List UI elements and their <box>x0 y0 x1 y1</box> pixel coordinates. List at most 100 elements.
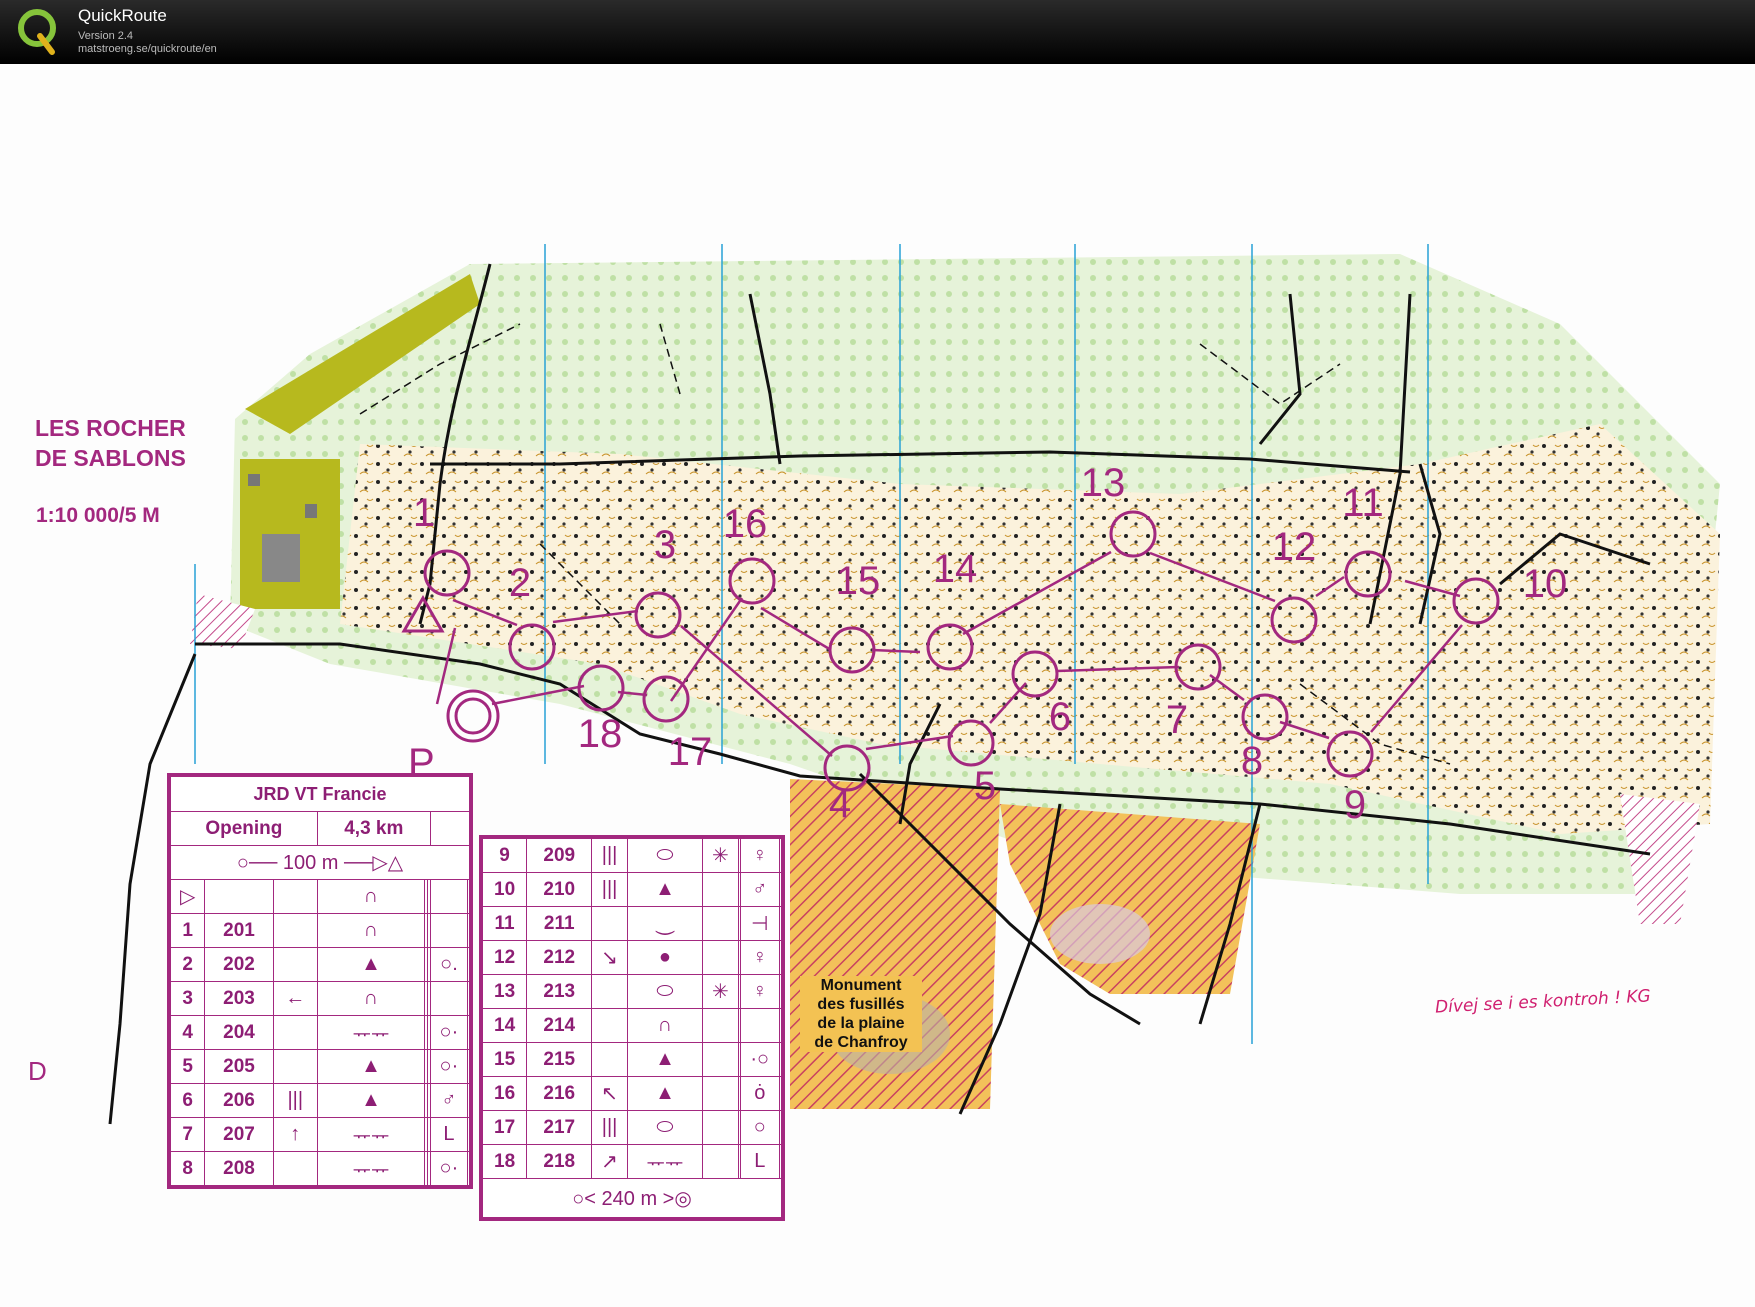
which-feature <box>272 913 318 948</box>
feature-symbol: ∩ <box>316 981 426 1016</box>
control-label-16: 16 <box>723 502 768 546</box>
map-title-line-2: DE SABLONS <box>35 445 186 471</box>
feature-symbol: ∩ <box>316 913 426 948</box>
other-info <box>778 1042 783 1077</box>
description-row: 13 213 ⬭ ✳ ♀ <box>481 974 783 1009</box>
control-number: 16 <box>481 1076 528 1111</box>
description-row: 10 210 ||| ▲ ♂ <box>481 872 783 907</box>
control-label-5: 5 <box>974 764 996 808</box>
control-number: 4 <box>169 1015 206 1050</box>
feature-detail <box>702 872 739 907</box>
feature-symbol: ⬭ <box>626 1110 704 1145</box>
location-symbol: ♀ <box>739 974 780 1009</box>
which-feature: ↗ <box>591 1144 628 1179</box>
description-row: 3 203 ← ∩ <box>169 981 471 1016</box>
control-label-2: 2 <box>509 561 531 605</box>
control-code: 205 <box>204 1049 274 1084</box>
control-label-13: 13 <box>1081 461 1126 505</box>
control-label-1: 1 <box>413 491 435 535</box>
location-symbol: ○· <box>429 1151 468 1186</box>
feature-detail <box>702 1042 739 1077</box>
control-code: 207 <box>204 1117 274 1152</box>
other-info <box>466 947 471 982</box>
control-number: 8 <box>169 1151 206 1186</box>
map-title-line-1: LES ROCHER <box>35 415 186 441</box>
control-code: 214 <box>526 1008 593 1043</box>
start-route-length: 100 m <box>282 852 339 874</box>
control-code: 216 <box>526 1076 593 1111</box>
other-info <box>466 981 471 1016</box>
feature-symbol: ⬭ <box>626 974 704 1009</box>
which-feature: ||| <box>591 872 628 907</box>
description-row: 17 217 ||| ⬭ ○ <box>481 1110 783 1145</box>
control-code: 202 <box>204 947 274 982</box>
knoll-icon: ∩ <box>316 879 426 914</box>
start-taped-route: ○── 100 m ──▷△ <box>170 845 470 880</box>
monument-line: Monument <box>820 977 902 994</box>
control-code: 201 <box>204 913 274 948</box>
control-number: 6 <box>169 1083 206 1118</box>
control-code: 211 <box>526 906 593 941</box>
building <box>248 474 260 486</box>
which-feature <box>272 1049 318 1084</box>
control-description-right: 9 209 ||| ⬭ ✳ ♀ 10 210 ||| ▲ ♂ 11 211 ⏝ ⊣ 12 212 ↘ ● ♀ 13 213… <box>479 835 785 1221</box>
feature-detail <box>702 906 739 941</box>
control-description-left: JRD VT Francie Opening 4,3 km ○── 100 m … <box>167 773 473 1189</box>
feature-symbol: ▲ <box>316 1083 426 1118</box>
location-symbol: L <box>429 1117 468 1152</box>
control-number: 15 <box>481 1042 528 1077</box>
location-symbol: ○· <box>429 1015 468 1050</box>
monument-line: de Chanfroy <box>814 1034 908 1051</box>
which-feature <box>591 906 628 941</box>
feature-symbol: ⏝ <box>626 906 704 941</box>
control-label-8: 8 <box>1241 739 1263 783</box>
control-code: 206 <box>204 1083 274 1118</box>
which-feature: ↖ <box>591 1076 628 1111</box>
map-scale: 1:10 000/5 M <box>36 504 160 527</box>
control-label-3: 3 <box>654 523 676 567</box>
other-info <box>778 872 783 907</box>
map-title: LES ROCHER DE SABLONS <box>35 413 186 473</box>
description-row: 11 211 ⏝ ⊣ <box>481 906 783 941</box>
taped-route-icon: ○── <box>236 852 278 874</box>
control-number: 11 <box>481 906 528 941</box>
map-canvas[interactable]: 1 2 3 4 5 6 7 8 9 10 11 12 13 14 15 16 17 18 P D LES ROCH… <box>0 64 1755 1307</box>
app-version: Version 2.4 <box>78 30 134 42</box>
feature-detail <box>702 1008 739 1043</box>
control-label-4: 4 <box>829 782 851 826</box>
control-code: 213 <box>526 974 593 1009</box>
control-number: 9 <box>481 838 528 873</box>
start-triangle-icon: ▷ <box>169 879 206 914</box>
other-info <box>778 1110 783 1145</box>
building <box>262 534 300 582</box>
which-feature: ||| <box>591 1110 628 1145</box>
control-label-7: 7 <box>1166 698 1188 742</box>
which-feature <box>591 1042 628 1077</box>
which-feature <box>591 1008 628 1043</box>
feature-detail: ✳ <box>702 974 739 1009</box>
climb-cell <box>429 811 471 846</box>
control-label-17: 17 <box>668 730 713 774</box>
description-row: 4 204 ᅲᅲ ○· <box>169 1015 471 1050</box>
other-info <box>466 1015 471 1050</box>
location-symbol: ♀ <box>739 838 780 873</box>
app-url[interactable]: matstroeng.se/quickroute/en <box>78 43 217 55</box>
feature-symbol: ᅲᅲ <box>316 1015 426 1050</box>
control-label-10: 10 <box>1523 562 1568 606</box>
app-title: QuickRoute <box>78 6 167 25</box>
control-label-11: 11 <box>1342 481 1384 525</box>
monument-line: de la plaine <box>817 1015 905 1032</box>
building <box>305 504 317 518</box>
control-number: 1 <box>169 913 206 948</box>
location-symbol: ○ <box>739 1110 780 1145</box>
description-row: 5 205 ▲ ○· <box>169 1049 471 1084</box>
location-symbol <box>429 913 468 948</box>
which-feature <box>591 974 628 1009</box>
finish-taped-route: ○< 240 m >◎ <box>482 1178 782 1218</box>
description-row: 2 202 ▲ ○. <box>169 947 471 982</box>
feature-detail <box>702 940 739 975</box>
feature-symbol: ● <box>626 940 704 975</box>
feature-detail <box>702 1076 739 1111</box>
other-info <box>778 906 783 941</box>
control-code: 208 <box>204 1151 274 1186</box>
